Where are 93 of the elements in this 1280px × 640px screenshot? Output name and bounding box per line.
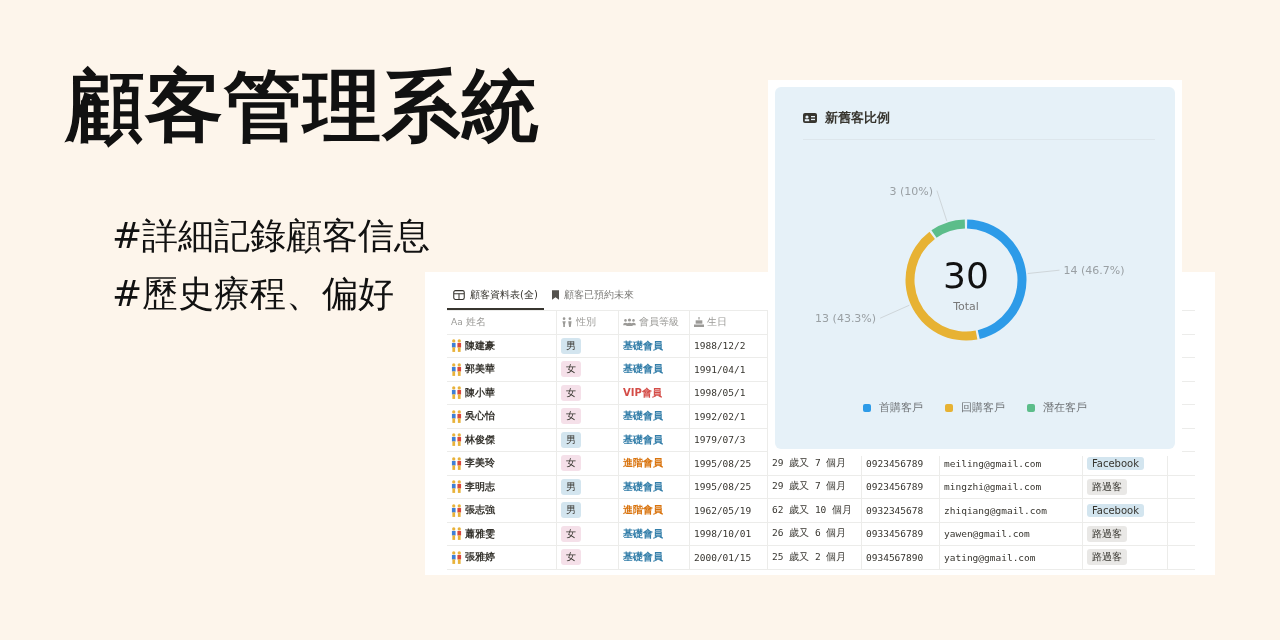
id-card-icon [803, 113, 817, 123]
people-icon [451, 503, 462, 517]
age-cell: 29 歲又 7 個月 [772, 456, 847, 470]
people-icon [451, 339, 462, 353]
value-label: 3 (10%) [889, 184, 933, 198]
legend-label: 潛在客戶 [1043, 400, 1087, 415]
membership-level: 基礎會員 [623, 550, 663, 565]
source-tag: 路過客 [1087, 525, 1127, 542]
source-tag: 路過客 [1087, 478, 1127, 495]
phone-cell: 0933456789 [866, 528, 924, 540]
gender-tag: 男 [561, 478, 581, 495]
membership-level: 基礎會員 [623, 409, 663, 424]
people-icon [451, 386, 462, 400]
phone-cell: 0932345678 [866, 504, 924, 516]
gender-tag: 男 [561, 431, 581, 448]
birthday-cell: 1979/07/3 [694, 434, 746, 446]
gender-tag: 女 [561, 525, 581, 542]
email-cell: zhiqiang@gmail.com [944, 504, 1047, 516]
customer-name[interactable]: 張雅婷 [465, 550, 495, 565]
birthday-cell: 2000/01/15 [694, 551, 752, 563]
birthday-cell: 1988/12/2 [694, 340, 746, 352]
membership-level: 基礎會員 [623, 526, 663, 541]
people-icon [451, 433, 462, 447]
legend-label: 回購客戶 [961, 400, 1005, 415]
gender-tag: 女 [561, 384, 581, 401]
leader-line [1027, 269, 1060, 274]
email-cell: yawen@gmail.com [944, 528, 1030, 540]
customer-name[interactable]: 李美玲 [465, 456, 495, 471]
customer-name[interactable]: 李明志 [465, 479, 495, 494]
value-label: 13 (43.3%) [815, 312, 877, 326]
birthday-cell: 1962/05/19 [694, 504, 752, 516]
people-icon [451, 456, 462, 470]
membership-level: 進階會員 [623, 503, 663, 518]
birthday-cell: 1995/08/25 [694, 481, 752, 493]
people-icon [451, 362, 462, 376]
gender-tag: 男 [561, 502, 581, 519]
customer-name[interactable]: 郭美華 [465, 362, 495, 377]
headline: 顧客管理系統 [66, 64, 540, 150]
age-cell: 25 歲又 2 個月 [772, 550, 847, 564]
people-icon [561, 317, 573, 328]
source-tag: 路過客 [1087, 549, 1127, 566]
source-tag: Facebook [1087, 456, 1144, 470]
customer-name[interactable]: 吳心怡 [465, 409, 495, 424]
birthday-cell: 1998/05/1 [694, 387, 746, 399]
legend-label: 首購客戶 [879, 400, 923, 415]
membership-level: VIP會員 [623, 385, 662, 400]
hashtag: #歷史療程、偏好 [112, 272, 396, 316]
phone-cell: 0923456789 [866, 457, 924, 469]
membership-level: 基礎會員 [623, 362, 663, 377]
birthday-cell: 1992/02/1 [694, 410, 746, 422]
email-cell: meiling@gmail.com [944, 457, 1042, 469]
source-tag: Facebook [1087, 503, 1144, 517]
phone-cell: 0923456789 [866, 481, 924, 493]
membership-level: 基礎會員 [623, 479, 663, 494]
birthday-cell: 1998/10/01 [694, 528, 752, 540]
table-icon [453, 290, 465, 300]
group-icon [623, 318, 636, 327]
customer-name[interactable]: 張志強 [465, 503, 495, 518]
people-icon [451, 480, 462, 494]
customer-name[interactable]: 陳建豪 [465, 338, 495, 353]
chart-title: 新舊客比例 [825, 109, 890, 127]
age-cell: 29 歲又 7 個月 [772, 480, 847, 494]
gender-tag: 女 [561, 361, 581, 378]
membership-level: 基礎會員 [623, 338, 663, 353]
gender-tag: 女 [561, 455, 581, 472]
view-tab[interactable]: 顧客已預約未來 [545, 282, 640, 310]
people-icon [451, 550, 462, 564]
gender-tag: 女 [561, 408, 581, 425]
people-icon [451, 527, 462, 541]
birthday-cell: 1995/08/25 [694, 457, 752, 469]
view-tab[interactable]: 顧客資料表(全) [447, 282, 544, 310]
age-cell: 62 歲又 10 個月 [772, 503, 853, 517]
membership-level: 進階會員 [623, 456, 663, 471]
gender-tag: 男 [561, 337, 581, 354]
cake-icon [694, 317, 704, 328]
leader-line [936, 190, 948, 222]
total-label: Total [953, 300, 979, 313]
bookmark-icon [551, 290, 559, 300]
email-cell: mingzhi@gmail.com [944, 481, 1042, 493]
people-icon [451, 409, 462, 423]
value-label: 14 (46.7%) [1063, 264, 1125, 278]
age-cell: 26 歲又 6 個月 [772, 527, 847, 541]
customer-name[interactable]: 蕭雅雯 [465, 526, 495, 541]
phone-cell: 0934567890 [866, 551, 924, 563]
leader-line [879, 304, 910, 319]
customer-name[interactable]: 陳小華 [465, 385, 495, 400]
hashtag: #詳細記錄顧客信息 [112, 214, 431, 258]
membership-level: 基礎會員 [623, 432, 663, 447]
email-cell: yating@gmail.com [944, 551, 1036, 563]
total-value: 30 [943, 255, 989, 296]
birthday-cell: 1991/04/1 [694, 363, 746, 375]
gender-tag: 女 [561, 549, 581, 566]
customer-name[interactable]: 林俊傑 [465, 432, 495, 447]
